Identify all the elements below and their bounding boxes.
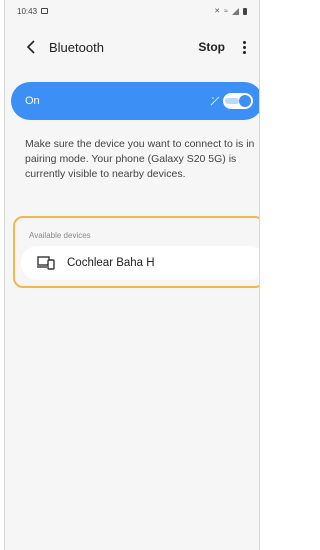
pairing-info-text: Make sure the device you want to connect… <box>25 138 255 180</box>
bluetooth-switch[interactable] <box>223 93 253 109</box>
signal-icon <box>232 7 239 15</box>
available-devices-section: Available devices Cochlear Baha H <box>13 216 259 288</box>
phone-screen: 10:43 ✕ ≈ Bluetooth Stop On Make sure th… <box>4 0 260 550</box>
sparkle-icon <box>210 96 220 106</box>
device-name: Cochlear Baha H <box>67 257 155 269</box>
devices-icon <box>37 256 55 270</box>
mute-icon: ✕ <box>214 8 221 15</box>
status-left: 10:43 <box>17 6 49 16</box>
app-bar: Bluetooth Stop <box>5 30 259 64</box>
wifi-icon: ≈ <box>224 7 228 15</box>
status-time: 10:43 <box>17 6 38 16</box>
status-bar: 10:43 ✕ ≈ <box>5 0 259 22</box>
section-header: Available devices <box>29 231 91 240</box>
bluetooth-toggle-card[interactable]: On <box>11 82 259 120</box>
back-icon[interactable] <box>23 39 39 55</box>
battery-icon <box>243 7 247 15</box>
more-options-icon[interactable] <box>239 39 249 55</box>
device-row[interactable]: Cochlear Baha H <box>21 246 259 280</box>
stop-button[interactable]: Stop <box>198 40 225 54</box>
notification-icon <box>41 8 49 14</box>
page-title: Bluetooth <box>49 39 104 55</box>
switch-track <box>225 98 239 104</box>
switch-knob <box>239 95 251 107</box>
status-icons: ✕ ≈ <box>214 7 247 15</box>
